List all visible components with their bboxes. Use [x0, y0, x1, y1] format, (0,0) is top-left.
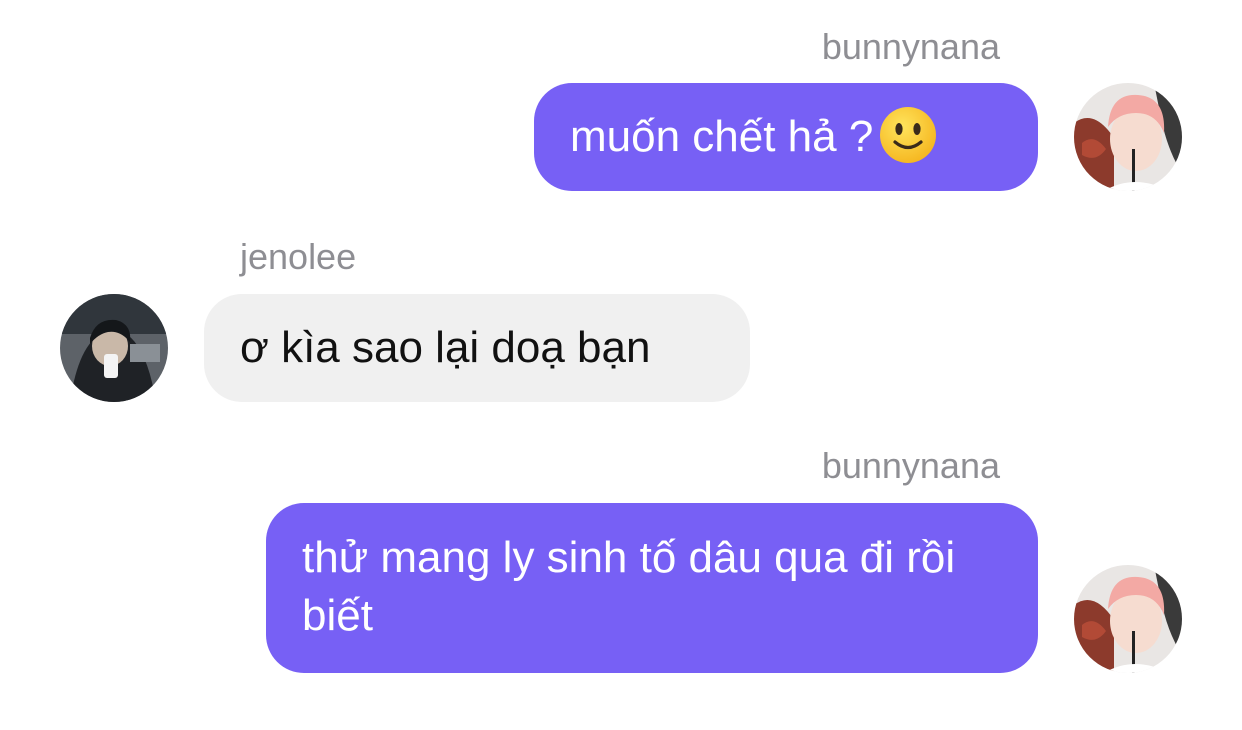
- message-text: muốn chết hả ?: [570, 112, 874, 161]
- avatar[interactable]: [1074, 83, 1182, 191]
- avatar[interactable]: [1074, 565, 1182, 673]
- message-text: ơ kìa sao lại doạ bạn: [240, 323, 651, 372]
- sender-name: bunnynana: [821, 26, 1000, 67]
- message-bubble-outgoing[interactable]: thử mang ly sinh tố dâu qua đi rồi biết: [266, 503, 1038, 673]
- sender-name: jenolee: [240, 236, 357, 277]
- message-bubble-incoming[interactable]: ơ kìa sao lại doạ bạn: [204, 294, 750, 402]
- sender-name: bunnynana: [821, 445, 1000, 486]
- slightly-smiling-face-icon: [879, 106, 937, 164]
- message-bubble-outgoing[interactable]: muốn chết hả ?: [534, 83, 1038, 191]
- avatar[interactable]: [60, 294, 168, 402]
- message-text: thử mang ly sinh tố dâu qua đi rồi biết: [302, 533, 956, 640]
